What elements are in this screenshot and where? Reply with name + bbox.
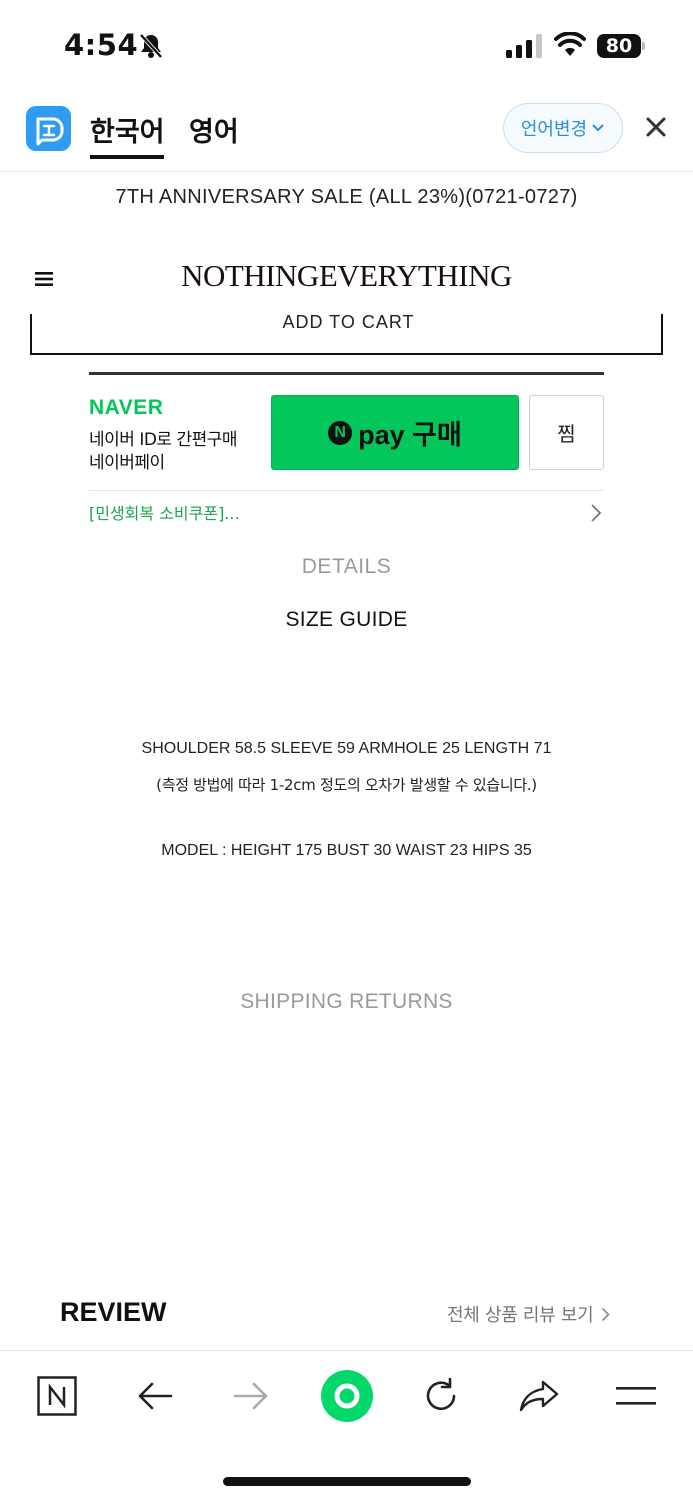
naver-pay-buy-button[interactable]: N pay 구매 [271,395,519,470]
share-icon [519,1380,559,1412]
browser-toolbar [0,1350,693,1440]
tab-active-indicator [90,155,164,159]
battery-level: 80 [597,34,641,58]
naver-n-icon [37,1376,77,1416]
reload-icon [426,1377,456,1411]
chevron-right-icon[interactable] [590,503,602,523]
battery-icon: 80 [597,34,645,58]
all-reviews-link[interactable]: 전체 상품 리뷰 보기 [447,1301,610,1327]
all-reviews-label: 전체 상품 리뷰 보기 [447,1305,594,1326]
green-dot-icon [321,1370,373,1422]
menu-icon [616,1387,656,1405]
translate-bar: 한국어 영어 언어변경 [0,92,693,172]
change-language-button[interactable]: 언어변경 [503,103,623,153]
tab-korean[interactable]: 한국어 [90,110,165,149]
naver-pay-divider [89,372,604,375]
details-tab[interactable]: DETAILS [0,555,693,579]
size-measurements: SHOULDER 58.5 SLEEVE 59 ARMHOLE 25 LENGT… [141,740,552,757]
home-indicator[interactable] [223,1477,471,1486]
size-guide-tab[interactable]: SIZE GUIDE [0,608,693,632]
bell-muted-icon [139,33,163,59]
forward-button[interactable] [224,1351,278,1441]
size-measurement-note: (측정 방법에 따라 1-2cm 정도의 오차가 발생할 수 있습니다.) [156,776,537,794]
naver-brand-label: NAVER [89,396,164,419]
chevron-right-icon [602,1307,610,1321]
wishlist-button[interactable]: 찜 [529,395,604,470]
site-logo[interactable]: NOTHINGEVERYTHING [0,258,693,294]
change-language-label: 언어변경 [520,119,588,140]
status-time: 4:54 [64,28,139,62]
review-heading: REVIEW [60,1297,167,1327]
green-dot-button[interactable] [318,1351,376,1441]
model-info: MODEL : HEIGHT 175 BUST 30 WAIST 23 HIPS… [161,842,532,859]
add-to-cart-label: ADD TO CART [282,312,415,332]
close-icon[interactable] [645,116,667,138]
cellular-signal-icon [506,34,542,58]
status-bar: 4:54 80 [0,0,693,92]
browser-menu-button[interactable] [608,1351,664,1441]
npay-button-label: pay 구매 [358,420,462,450]
reload-button[interactable] [414,1351,468,1441]
naver-pay-desc-2: 네이버페이 [89,453,165,473]
wifi-icon [554,32,586,56]
coupon-link[interactable]: [민생회복 소비쿠폰]... [89,500,240,524]
shipping-returns-tab[interactable]: SHIPPING RETURNS [0,990,693,1014]
back-arrow-icon [138,1382,173,1410]
back-button[interactable] [128,1351,182,1441]
naver-pay-desc-1: 네이버 ID로 간편구매 [89,430,238,450]
naver-pay-separator [89,490,604,491]
share-button[interactable] [512,1351,566,1441]
npay-logo-icon: N [328,420,353,445]
tab-english[interactable]: 영어 [189,110,239,149]
translate-logo-icon [26,106,71,151]
announcement-banner[interactable]: 7TH ANNIVERSARY SALE (ALL 23%)(0721-0727… [0,186,693,209]
chevron-down-icon [592,124,604,132]
forward-arrow-icon [233,1382,268,1410]
naver-home-button[interactable] [30,1351,84,1441]
